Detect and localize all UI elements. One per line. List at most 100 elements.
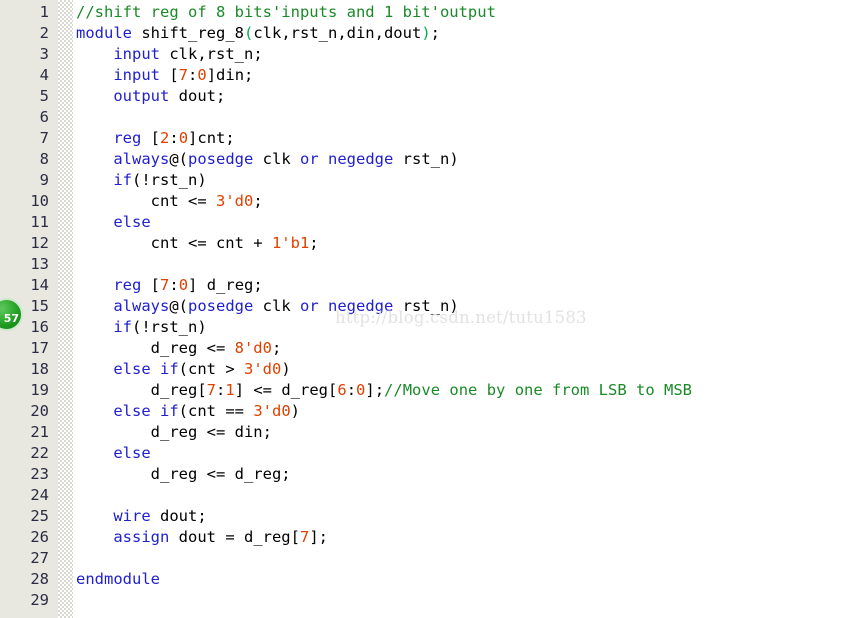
code-line[interactable]: wire dout; [73, 506, 852, 527]
code-token-pl: ) [281, 360, 291, 378]
code-token-num: 0 [356, 381, 366, 399]
code-token-kw: always [113, 297, 170, 315]
code-line[interactable]: assign dout = d_reg[7]; [73, 527, 852, 548]
line-number: 10 [30, 192, 49, 210]
code-line[interactable]: d_reg[7:1] <= d_reg[6:0];//Move one by o… [73, 380, 852, 401]
code-line[interactable]: else if(cnt == 3'd0) [73, 401, 852, 422]
code-line[interactable] [73, 590, 852, 611]
code-token-pl: ]; [365, 381, 385, 399]
code-token-kw: if [160, 402, 179, 420]
code-token-pl: (cnt > [178, 360, 244, 378]
code-line[interactable]: always@(posedge clk or negedge rst_n) [73, 149, 852, 170]
code-token-num: 3'd0 [215, 192, 254, 210]
code-line[interactable]: endmodule [73, 569, 852, 590]
code-line[interactable]: reg [7:0] d_reg; [73, 275, 852, 296]
code-token-kw: negedge [328, 297, 394, 315]
code-token-num: 7 [206, 381, 216, 399]
code-line[interactable] [73, 485, 852, 506]
code-token-br: ) [421, 24, 431, 42]
code-line[interactable]: reg [2:0]cnt; [73, 128, 852, 149]
code-line[interactable] [73, 254, 852, 275]
code-token-pl: ]; [309, 528, 328, 546]
code-line[interactable]: if(!rst_n) [73, 170, 852, 191]
code-token-kw: if [160, 360, 179, 378]
line-number: 24 [30, 486, 49, 504]
code-token-pl: dout; [150, 507, 207, 525]
code-token-kw: posedge [188, 150, 254, 168]
code-line[interactable]: d_reg <= din; [73, 422, 852, 443]
code-token-pl: d_reg <= din; [76, 423, 272, 441]
code-token-kw: reg [113, 276, 142, 294]
code-token-num: 3'd0 [253, 402, 291, 420]
code-line[interactable] [73, 548, 852, 569]
code-line[interactable]: d_reg <= 8'd0; [73, 338, 852, 359]
line-number: 13 [30, 255, 49, 273]
code-line[interactable]: cnt <= 3'd0; [73, 191, 852, 212]
code-content-area[interactable]: //shift reg of 8 bits'inputs and 1 bit'o… [73, 0, 852, 618]
code-folding-strip[interactable] [58, 0, 73, 618]
code-token-pl: ) [290, 402, 300, 420]
line-number: 27 [30, 549, 49, 567]
code-token-num: 6 [337, 381, 347, 399]
code-line[interactable]: //shift reg of 8 bits'inputs and 1 bit'o… [73, 2, 852, 23]
line-number: 26 [30, 528, 49, 546]
code-token-pl: rst_n) [393, 297, 459, 315]
code-token-pl: ] <= d_reg[ [234, 381, 338, 399]
code-token-pl: ; [253, 192, 263, 210]
code-token-pl: : [346, 381, 357, 399]
code-line[interactable]: input clk,rst_n; [73, 44, 852, 65]
code-line[interactable]: if(!rst_n) [73, 317, 852, 338]
code-token-kw: output [113, 87, 170, 105]
code-token-kw: else [113, 213, 151, 231]
code-token-cm: //shift reg of 8 bits'inputs and 1 bit'o… [76, 3, 496, 21]
code-token-kw: else [113, 444, 151, 462]
code-token-pl: ; [430, 24, 440, 42]
code-line[interactable]: else [73, 212, 852, 233]
code-line[interactable]: module shift_reg_8(clk,rst_n,din,dout); [73, 23, 852, 44]
code-token-pl: d_reg <= d_reg; [76, 465, 291, 483]
line-number: 7 [39, 129, 49, 147]
line-number: 1 [39, 3, 49, 21]
code-token-kw: else [113, 402, 151, 420]
code-token-pl: dout = d_reg[ [169, 528, 300, 546]
line-number: 22 [30, 444, 49, 462]
code-token-kw: if [113, 318, 132, 336]
code-token-pl: ; [309, 234, 319, 252]
line-number: 25 [30, 507, 49, 525]
code-line[interactable]: output dout; [73, 86, 852, 107]
code-token-pl: dout; [169, 87, 226, 105]
code-line[interactable]: else [73, 443, 852, 464]
code-token-pl: : [169, 276, 179, 294]
code-token-kw: or [300, 297, 319, 315]
code-token-pl: : [216, 381, 226, 399]
code-line[interactable] [73, 107, 852, 128]
code-line[interactable]: always@(posedge clk or negedge rst_n) [73, 296, 852, 317]
code-token-pl: @( [169, 297, 188, 315]
code-token-kw: wire [113, 507, 151, 525]
code-token-pl: d_reg[ [76, 381, 207, 399]
code-token-kw: else [113, 360, 151, 378]
code-line[interactable]: input [7:0]din; [73, 65, 852, 86]
code-line[interactable]: cnt <= cnt + 1'b1; [73, 233, 852, 254]
code-token-kw: endmodule [76, 570, 160, 588]
line-number: 5 [39, 87, 49, 105]
code-token-kw: if [113, 171, 132, 189]
code-token-pl: @( [169, 150, 188, 168]
code-line[interactable]: d_reg <= d_reg; [73, 464, 852, 485]
code-line[interactable]: else if(cnt > 3'd0) [73, 359, 852, 380]
line-number: 18 [30, 360, 49, 378]
code-token-pl: clk,rst_n,din,dout [253, 24, 422, 42]
code-token-pl: clk,rst_n; [160, 45, 263, 63]
code-token-pl: : [169, 129, 179, 147]
code-token-pl: [ [141, 276, 160, 294]
code-token-pl: ]cnt; [188, 129, 235, 147]
line-number: 21 [30, 423, 49, 441]
